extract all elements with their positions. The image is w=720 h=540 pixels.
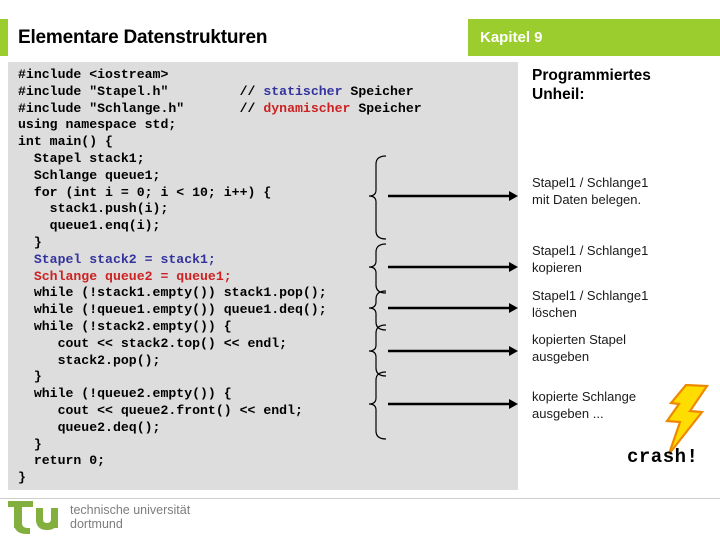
code-text: Stapel stack2 = stack1; (18, 251, 216, 267)
code-text: #include "Schlange.h" (18, 100, 185, 116)
code-group-annotation (358, 243, 522, 297)
code-text: #include <iostream> (18, 67, 169, 82)
code-text: stack1.push(i); (18, 201, 169, 217)
code-group-annotation (358, 371, 522, 443)
tu-dortmund-logo: technische universität dortmund (6, 500, 190, 534)
code-text: queue1.enq(i); (18, 218, 161, 234)
code-text: } (18, 369, 42, 385)
code-line: #include <iostream> (18, 67, 422, 84)
code-text: for (int i = 0; i < 10; i++) { (18, 184, 272, 200)
comment-suffix: Speicher (342, 83, 414, 99)
code-text: cout << stack2.top() << endl; (18, 335, 288, 351)
code-line: #include "Stapel.h" // statischer Speich… (18, 84, 422, 101)
annotation-note: kopierten Stapel ausgeben (532, 332, 626, 364)
code-text: return 0; (18, 453, 106, 469)
code-text: queue2.deq(); (18, 419, 161, 435)
code-text: } (18, 234, 42, 250)
code-text: Schlange queue2 = queue1; (18, 268, 232, 284)
code-text: #include "Stapel.h" (18, 83, 169, 99)
comment-keyword: statischer (263, 83, 343, 99)
right-column: Programmiertes Unheil: (532, 66, 718, 104)
code-text: Schlange queue1; (18, 167, 161, 183)
footer-divider (0, 498, 720, 499)
code-group-annotation (358, 155, 522, 243)
page-title: Elementare Datenstrukturen (18, 26, 268, 48)
code-text: int main() { (18, 134, 113, 150)
code-line: } (18, 470, 422, 487)
comment-prefix: // (239, 100, 264, 116)
code-text: stack2.pop(); (18, 352, 161, 368)
code-text: while (!queue1.empty()) queue1.deq(); (18, 302, 327, 318)
section-heading: Programmiertes Unheil: (532, 67, 651, 103)
header-bar: Elementare Datenstrukturen Kapitel 9 (0, 19, 720, 56)
comment-keyword: dynamischer (263, 100, 351, 116)
logo-wordmark: technische universität dortmund (70, 502, 191, 532)
code-text: Stapel stack1; (18, 150, 145, 166)
code-line: using namespace std; (18, 117, 422, 134)
code-text: } (18, 470, 26, 486)
code-line: return 0; (18, 453, 422, 470)
comment-prefix: // (239, 83, 264, 99)
code-text: while (!stack2.empty()) { (18, 318, 232, 334)
code-line: int main() { (18, 134, 422, 151)
crash-label: crash! (627, 446, 699, 468)
code-text: cout << queue2.front() << endl; (18, 402, 303, 418)
code-text: } (18, 436, 42, 452)
annotation-note: Stapel1 / Schlange1 kopieren (532, 243, 649, 275)
code-gap (168, 84, 239, 99)
code-text: while (!stack1.empty()) stack1.pop(); (18, 285, 327, 301)
code-text: using namespace std; (18, 117, 177, 133)
code-text: while (!queue2.empty()) { (18, 386, 232, 402)
comment-suffix: Speicher (350, 100, 422, 116)
title-plate: Elementare Datenstrukturen (8, 19, 468, 56)
annotation-note: Stapel1 / Schlange1 mit Daten belegen. (532, 175, 649, 207)
chapter-label: Kapitel 9 (480, 29, 543, 46)
tu-logo-mark (8, 501, 58, 534)
annotation-note: Stapel1 / Schlange1 löschen (532, 288, 649, 320)
code-gap (184, 101, 239, 116)
code-line: #include "Schlange.h" // dynamischer Spe… (18, 101, 422, 118)
